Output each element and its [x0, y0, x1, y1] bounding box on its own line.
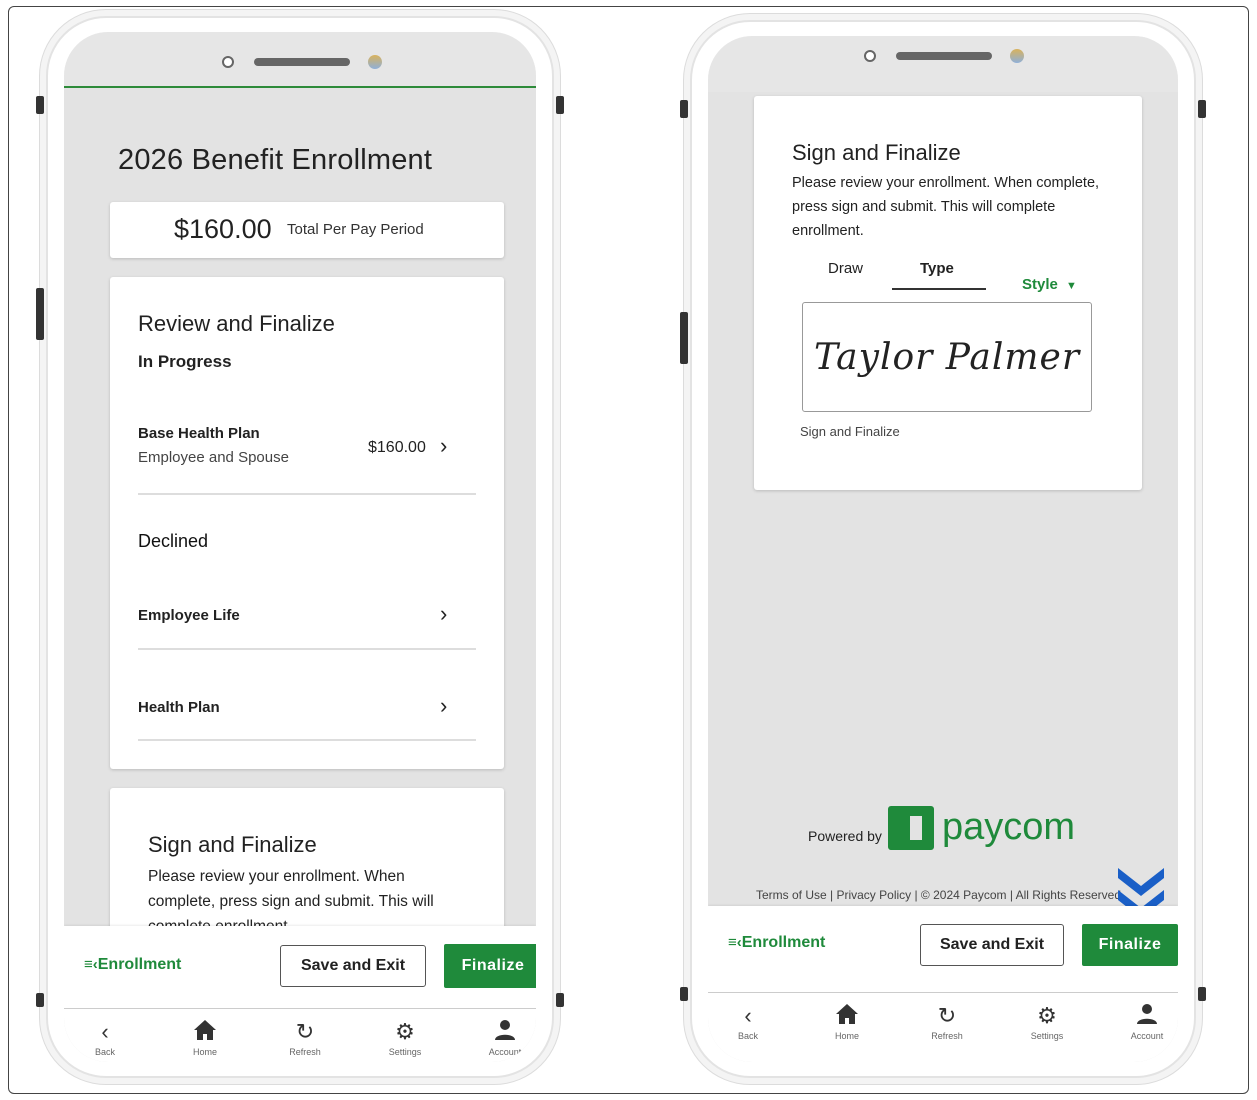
- save-exit-button[interactable]: Save and Exit: [280, 945, 426, 987]
- divider: [138, 648, 476, 650]
- side-button: [36, 288, 44, 340]
- caret-down-icon: ▼: [1066, 280, 1077, 292]
- review-card: Review and Finalize In Progress Base Hea…: [110, 277, 504, 769]
- total-card: $160.00 Total Per Pay Period: [110, 202, 504, 258]
- settings-icon: ⚙: [1037, 1003, 1057, 1028]
- phone-left: 2026 Benefit Enrollment $160.00 Total Pe…: [36, 16, 564, 1078]
- plan-row-base-health[interactable]: Base Health Plan Employee and Spouse $16…: [138, 425, 476, 485]
- sign-card: Sign and Finalize Please review your enr…: [754, 96, 1142, 490]
- bottom-nav: ‹ Back Home ↻ Refresh ⚙ Settings Account: [708, 992, 1178, 1062]
- nav-settings[interactable]: ⚙ Settings: [1012, 1003, 1082, 1041]
- side-button: [1198, 987, 1206, 1001]
- nav-refresh[interactable]: ↻ Refresh: [270, 1019, 340, 1057]
- status-in-progress: In Progress: [138, 352, 232, 371]
- plan-name: Employee Life: [138, 607, 240, 624]
- enrollment-menu-icon: ≡‹: [728, 934, 742, 951]
- action-bar: ≡‹Enrollment Save and Exit Finalize: [708, 906, 1178, 992]
- sensor-icon: [368, 55, 382, 69]
- notch: [64, 32, 536, 88]
- chevron-right-icon: ›: [440, 693, 448, 718]
- side-button: [680, 312, 688, 364]
- plan-name: Base Health Plan: [138, 425, 260, 442]
- phone-right: Sign and Finalize Please review your enr…: [680, 20, 1206, 1078]
- account-icon: [470, 1019, 536, 1045]
- sign-title: Sign and Finalize: [792, 140, 961, 165]
- side-button: [36, 993, 44, 1007]
- side-button: [1198, 100, 1206, 118]
- chevron-right-icon: ›: [440, 601, 448, 626]
- review-title: Review and Finalize: [138, 311, 335, 336]
- plan-coverage: Employee and Spouse: [138, 449, 289, 466]
- plan-row-employee-life[interactable]: Employee Life ›: [138, 601, 476, 639]
- action-bar: ≡‹Enrollment Save and Exit Finalize: [64, 926, 536, 1008]
- home-icon: [812, 1003, 882, 1029]
- speaker-icon: [896, 52, 992, 60]
- nav-refresh[interactable]: ↻ Refresh: [912, 1003, 982, 1041]
- nav-settings[interactable]: ⚙ Settings: [370, 1019, 440, 1057]
- screen: Sign and Finalize Please review your enr…: [708, 36, 1178, 1062]
- speaker-icon: [254, 58, 350, 66]
- powered-by: Powered by paycom: [808, 806, 1076, 850]
- refresh-icon: ↻: [937, 1003, 957, 1028]
- status-declined: Declined: [138, 531, 209, 551]
- settings-icon: ⚙: [395, 1019, 415, 1044]
- back-icon: ‹: [101, 1019, 109, 1044]
- save-exit-button[interactable]: Save and Exit: [920, 924, 1064, 966]
- notch: [708, 36, 1178, 92]
- enrollment-menu-icon: ≡‹: [84, 956, 98, 973]
- account-icon: [1112, 1003, 1178, 1029]
- total-label: Total Per Pay Period: [287, 221, 424, 238]
- divider: [138, 739, 476, 741]
- plan-name: Health Plan: [138, 699, 220, 716]
- tab-active-underline: [892, 288, 986, 290]
- enrollment-link[interactable]: ≡‹Enrollment: [84, 956, 181, 974]
- nav-home[interactable]: Home: [170, 1019, 240, 1057]
- nav-account[interactable]: Account: [1112, 1003, 1178, 1041]
- footer-links[interactable]: Terms of Use | Privacy Policy | © 2024 P…: [756, 888, 1136, 902]
- bottom-nav: ‹ Back Home ↻ Refresh ⚙ Settings Account: [64, 1008, 536, 1062]
- tab-type[interactable]: Type: [920, 260, 954, 277]
- sensor-icon: [1010, 49, 1024, 63]
- signature-caption: Sign and Finalize: [800, 424, 900, 439]
- signature-text: Taylor Palmer: [813, 336, 1081, 378]
- tab-draw[interactable]: Draw: [828, 260, 863, 277]
- side-button: [680, 987, 688, 1001]
- screen: 2026 Benefit Enrollment $160.00 Total Pe…: [64, 32, 536, 1062]
- chevron-right-icon: ›: [440, 433, 448, 458]
- side-button: [680, 100, 688, 118]
- camera-icon: [864, 50, 876, 62]
- nav-home[interactable]: Home: [812, 1003, 882, 1041]
- enrollment-link[interactable]: ≡‹Enrollment: [728, 934, 825, 952]
- page-title: 2026 Benefit Enrollment: [118, 144, 433, 176]
- side-button: [556, 96, 564, 114]
- plan-row-health-plan[interactable]: Health Plan ›: [138, 693, 476, 731]
- sign-card: Sign and Finalize Please review your enr…: [110, 788, 504, 948]
- finalize-button[interactable]: Finalize: [444, 944, 536, 988]
- nav-back[interactable]: ‹ Back: [70, 1019, 140, 1057]
- sign-title: Sign and Finalize: [148, 832, 317, 857]
- style-dropdown[interactable]: Style ▼: [1022, 276, 1077, 293]
- finalize-button[interactable]: Finalize: [1082, 924, 1178, 966]
- nav-back[interactable]: ‹ Back: [713, 1003, 783, 1041]
- camera-icon: [222, 56, 234, 68]
- back-icon: ‹: [744, 1003, 752, 1028]
- sign-instructions: Please review your enrollment. When comp…: [792, 175, 1100, 239]
- paycom-wordmark: paycom: [942, 806, 1076, 848]
- divider: [138, 493, 476, 495]
- nav-account[interactable]: Account: [470, 1019, 536, 1057]
- refresh-icon: ↻: [295, 1019, 315, 1044]
- home-icon: [170, 1019, 240, 1045]
- side-button: [556, 993, 564, 1007]
- plan-price: $160.00: [368, 439, 426, 456]
- total-amount: $160.00: [174, 214, 272, 244]
- signature-field[interactable]: Taylor Palmer: [802, 302, 1092, 412]
- paycom-logo-icon: [888, 806, 934, 850]
- side-button: [36, 96, 44, 114]
